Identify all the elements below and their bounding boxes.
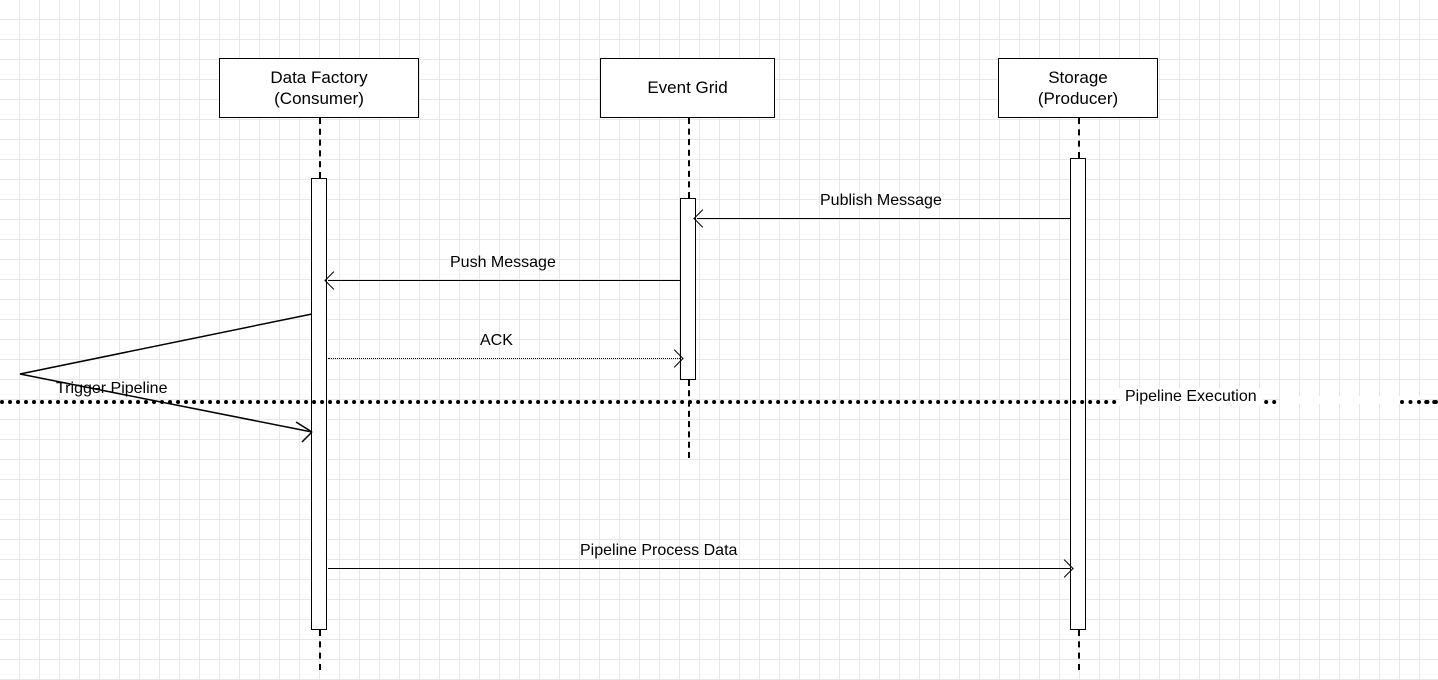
activation-event-grid [680,198,696,380]
divider-gap [1280,396,1420,404]
arrow-push [328,280,680,281]
label-trigger: Trigger Pipeline [56,380,167,398]
divider-label: Pipeline Execution [1119,388,1263,406]
lifeline-data-factory [319,630,321,670]
label-push: Push Message [450,254,556,272]
actor-label: Data Factory [270,67,367,88]
actor-label: Storage [1048,67,1108,88]
activation-data-factory [311,178,327,630]
activation-storage [1070,158,1086,630]
label-publish: Publish Message [820,192,942,210]
lifeline-event-grid [688,118,690,198]
arrow-ack [328,358,680,359]
lifeline-storage [1078,630,1080,670]
arrow-process [328,568,1070,569]
actor-event-grid[interactable]: Event Grid [600,58,775,118]
lifeline-data-factory [319,118,321,178]
actor-label: (Producer) [1038,88,1118,109]
lifeline-event-grid [688,380,690,458]
self-message-trigger [20,314,312,434]
actor-storage[interactable]: Storage (Producer) [998,58,1158,118]
label-process: Pipeline Process Data [580,542,737,560]
arrow-publish [697,218,1070,219]
actor-label: (Consumer) [274,88,364,109]
actor-label: Event Grid [647,77,727,98]
actor-data-factory[interactable]: Data Factory (Consumer) [219,58,419,118]
label-ack: ACK [480,332,513,350]
lifeline-storage [1078,118,1080,158]
divider-right-tail [1400,400,1438,404]
